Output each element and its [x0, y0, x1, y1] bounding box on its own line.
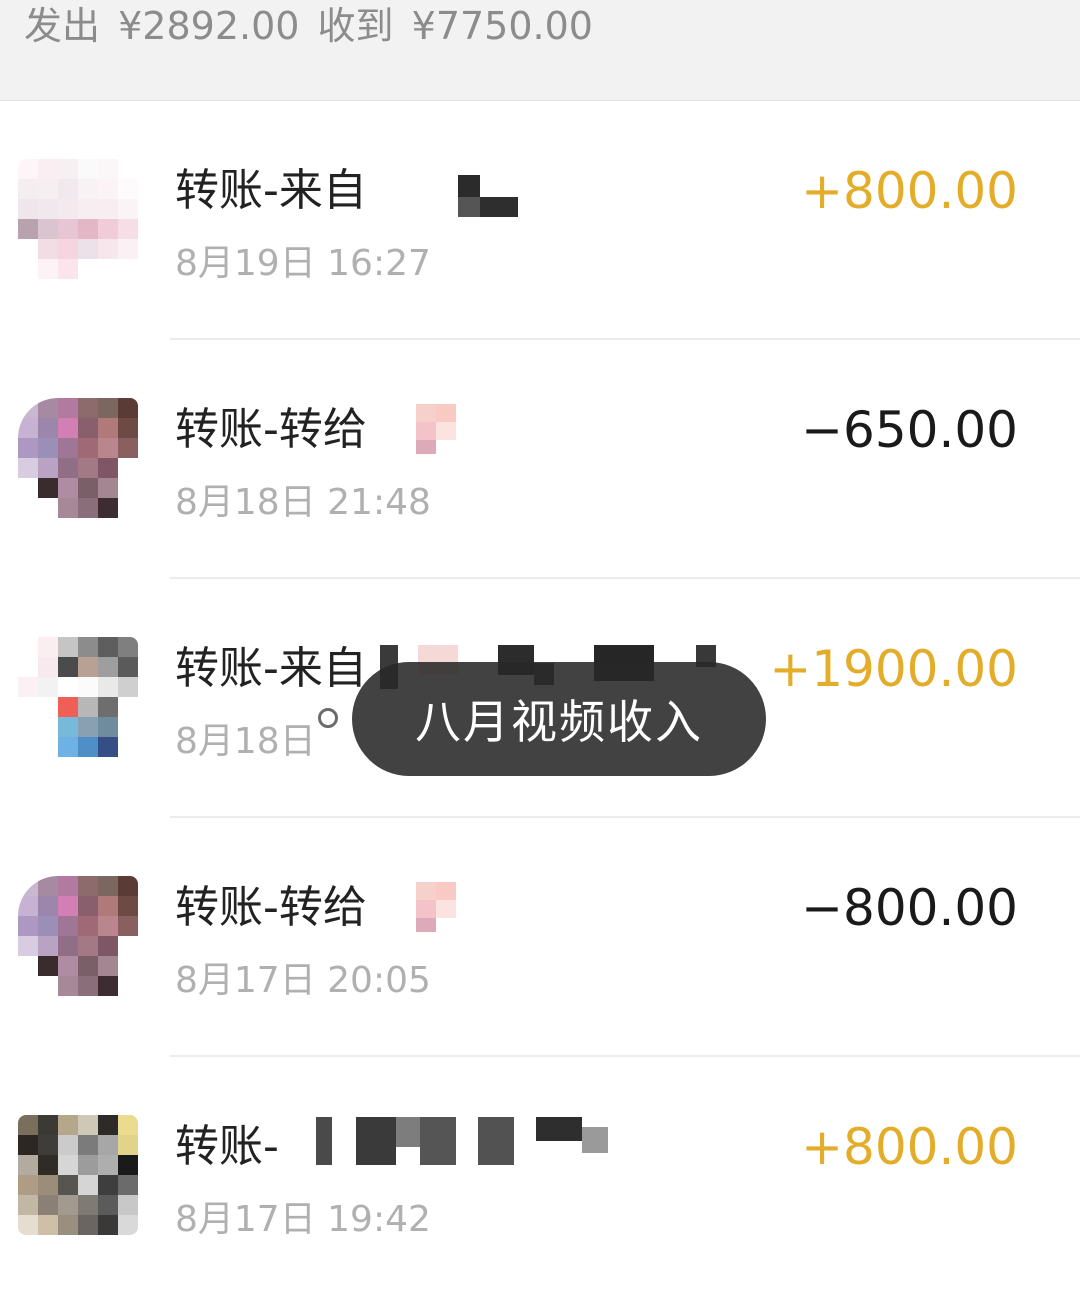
summary-bar: 发出 ¥2892.00 收到 ¥7750.00 [0, 0, 1080, 101]
redacted-name [400, 404, 460, 454]
transaction-title: 转账-来自 [175, 165, 367, 216]
transaction-row[interactable]: 转账-转给 8月18日 21:48 −650.00 [0, 340, 1080, 579]
transaction-time: 8月17日 19:42 [175, 1199, 431, 1240]
transaction-title: 转账-来自 [175, 643, 367, 694]
transaction-row[interactable]: 转账- 8月17日 19:42 +800.00 [0, 1057, 1080, 1296]
transaction-title: 转账-转给 [175, 404, 367, 455]
avatar [18, 398, 138, 518]
caption-anchor-dot [318, 708, 338, 728]
transaction-amount: −800.00 [801, 879, 1018, 937]
redacted-name [400, 882, 460, 932]
transaction-amount: +800.00 [801, 1118, 1018, 1176]
avatar [18, 876, 138, 996]
sent-label: 发出 [24, 4, 101, 48]
caption-text: 八月视频收入 [415, 695, 703, 749]
transaction-title: 转账-转给 [175, 882, 367, 933]
transaction-amount: +800.00 [801, 162, 1018, 220]
summary-text: 发出 ¥2892.00 收到 ¥7750.00 [24, 2, 599, 50]
avatar [18, 1115, 138, 1235]
transaction-row[interactable]: 转账-来自 8月19日 16:27 +800.00 [0, 101, 1080, 340]
transaction-row[interactable]: 转账-转给 8月17日 20:05 −800.00 [0, 818, 1080, 1057]
transaction-amount: +1900.00 [769, 640, 1018, 698]
redacted-name [296, 1117, 616, 1167]
sent-value: ¥2892.00 [118, 4, 300, 48]
caption-toast: 八月视频收入 [352, 662, 766, 776]
received-label: 收到 [317, 4, 394, 48]
transaction-time: 8月19日 16:27 [175, 243, 431, 284]
transaction-time: 8月18日 21:48 [175, 482, 431, 523]
redacted-name [380, 175, 520, 217]
transaction-title: 转账- [175, 1121, 279, 1172]
transaction-time: 8月17日 20:05 [175, 960, 431, 1001]
transaction-time: 8月18日 [175, 721, 316, 762]
avatar [18, 159, 138, 279]
transaction-amount: −650.00 [801, 401, 1018, 459]
received-value: ¥7750.00 [411, 4, 593, 48]
avatar [18, 637, 138, 757]
